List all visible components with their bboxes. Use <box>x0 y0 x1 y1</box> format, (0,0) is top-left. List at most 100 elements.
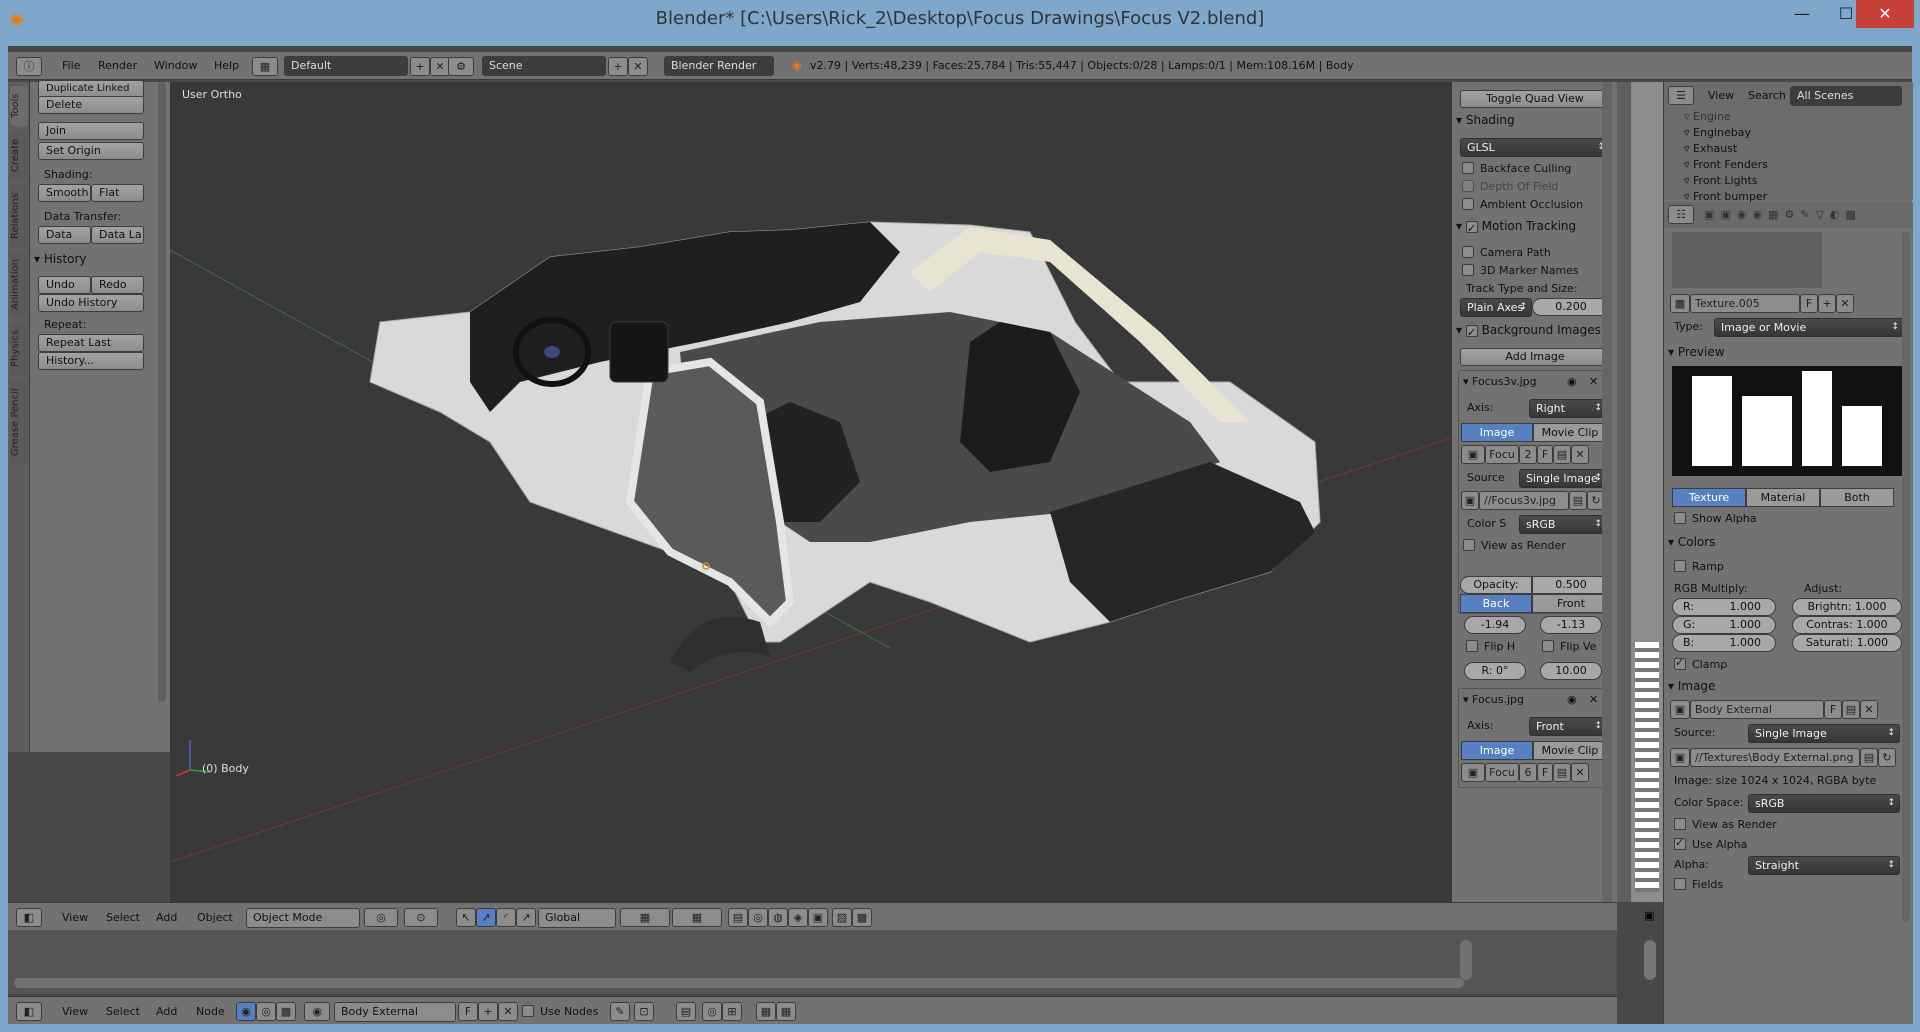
offset-y-field[interactable]: -1.13 <box>1540 616 1602 634</box>
tab-physics[interactable]: Physics <box>10 322 28 376</box>
rotate-icon[interactable]: ◜ <box>496 908 516 927</box>
texture-fake-user[interactable]: F <box>1800 294 1818 313</box>
remove-layout-icon[interactable]: ✕ <box>430 57 450 76</box>
alpha-mode-dropdown[interactable]: Straight <box>1748 856 1900 875</box>
layers-icon[interactable]: ▦ <box>620 908 670 927</box>
data-button[interactable]: Data <box>38 226 91 244</box>
outliner-view-menu[interactable]: View <box>1708 86 1734 105</box>
pivot-icon[interactable]: ⊙ <box>404 908 438 927</box>
shader-nodes-icon[interactable]: ◉ <box>236 1002 256 1021</box>
b-multiply-field[interactable]: B: 1.000 <box>1672 634 1776 652</box>
render-anim-icon[interactable]: ▩ <box>852 908 872 927</box>
material-browse-icon[interactable]: ◉ <box>304 1002 330 1021</box>
editor-type-icon[interactable]: ◧ <box>16 1002 42 1021</box>
repeat-last-button[interactable]: Repeat Last <box>38 334 144 352</box>
smooth-button[interactable]: Smooth <box>38 184 91 202</box>
area-icon[interactable]: ▣ <box>1644 909 1654 922</box>
camera-path-checkbox[interactable] <box>1462 246 1474 258</box>
data-layout-button[interactable]: Data La <box>91 226 144 244</box>
preview-tab-both[interactable]: Both <box>1820 488 1894 507</box>
image-browse-icon[interactable]: ▣ <box>1670 700 1690 719</box>
snap-element-icon[interactable]: ▣ <box>808 908 828 927</box>
lock-icon[interactable]: ▤ <box>728 908 748 927</box>
layers-icon-2[interactable]: ▦ <box>672 908 722 927</box>
node-tree-icon[interactable]: ▦ <box>756 1002 776 1021</box>
editor-type-icon[interactable]: ◧ <box>16 908 42 927</box>
backdrop-icon[interactable]: ✎ <box>610 1002 630 1021</box>
menu-render[interactable]: Render <box>98 56 137 75</box>
image-fake-user[interactable]: F <box>1824 700 1842 719</box>
outliner-search-menu[interactable]: Search <box>1748 86 1786 105</box>
unlink-image-icon[interactable]: ✕ <box>1571 445 1589 464</box>
undo-button[interactable]: Undo <box>38 276 91 294</box>
texture-name-field[interactable]: Texture.005 <box>1690 294 1800 313</box>
display-mode-dropdown[interactable]: All Scenes <box>1790 86 1902 106</box>
material-name-field[interactable]: Body External <box>334 1002 456 1022</box>
vertical-scrollbar-2[interactable] <box>1644 940 1656 980</box>
translate-icon[interactable]: ↗ <box>476 908 496 927</box>
use-alpha-checkbox[interactable] <box>1674 836 1686 850</box>
depth-of-field-checkbox[interactable] <box>1462 180 1474 192</box>
set-origin-button[interactable]: Set Origin <box>38 142 144 160</box>
size-field[interactable]: 10.00 <box>1540 662 1602 680</box>
link-icon[interactable]: ⊞ <box>722 1002 742 1021</box>
tab-tools[interactable]: Tools <box>10 86 28 126</box>
flat-button[interactable]: Flat <box>91 184 144 202</box>
ramp-checkbox[interactable] <box>1674 560 1686 572</box>
context-icons[interactable]: ▣▣◉◉▦⚙✎▽◐▩ <box>1704 208 1862 221</box>
toggle-quad-view-button[interactable]: Toggle Quad View <box>1460 90 1610 108</box>
add-image-button[interactable]: Add Image <box>1460 348 1610 366</box>
image-toggle[interactable]: Image <box>1461 741 1533 760</box>
menu-node[interactable]: Node <box>196 1002 225 1021</box>
flip-h-checkbox[interactable] <box>1466 640 1478 652</box>
preview-tab-material[interactable]: Material <box>1746 488 1820 507</box>
shading-icon[interactable]: ◎ <box>364 908 398 927</box>
paste-icon[interactable]: ◎ <box>702 1002 722 1021</box>
menu-file[interactable]: File <box>62 56 80 75</box>
new-material-icon[interactable]: + <box>478 1002 498 1021</box>
ambient-occlusion-checkbox[interactable] <box>1462 198 1474 210</box>
saturation-field[interactable]: Saturati: 1.000 <box>1792 634 1902 652</box>
open-image-icon[interactable]: ▤ <box>1842 700 1860 719</box>
motion-tracking-header[interactable]: ▾ Motion Tracking <box>1456 216 1612 239</box>
image-browse-icon[interactable]: ▣ <box>1461 763 1485 782</box>
browse-path-icon[interactable]: ▤ <box>1569 491 1587 510</box>
back-toggle[interactable]: Back <box>1460 594 1532 613</box>
track-size-field[interactable]: 0.200 <box>1532 298 1610 316</box>
history-button[interactable]: History... <box>38 352 144 370</box>
bg-images-header[interactable]: ▾ Background Images <box>1456 320 1612 343</box>
undo-history-button[interactable]: Undo History <box>38 294 144 312</box>
color-space-dropdown[interactable]: sRGB <box>1519 515 1607 534</box>
bg-image-2-header[interactable]: ▾ Focus.jpg <box>1463 693 1524 706</box>
image-datablock[interactable]: Focu <box>1485 763 1519 782</box>
remove-bg-icon[interactable]: ✕ <box>1589 693 1598 706</box>
g-multiply-field[interactable]: G: 1.000 <box>1672 616 1776 634</box>
properties-editor-icon[interactable]: ☷ <box>1668 205 1694 224</box>
redo-button[interactable]: Redo <box>91 276 144 294</box>
close-button[interactable]: ✕ <box>1856 0 1914 28</box>
movie-clip-toggle[interactable]: Movie Clip <box>1533 741 1607 760</box>
manipulator-icon[interactable]: ↖ <box>456 908 476 927</box>
image-datablock[interactable]: Focu <box>1485 445 1519 464</box>
marker-names-checkbox[interactable] <box>1462 264 1474 276</box>
proportional-icon[interactable]: ◎ <box>748 908 768 927</box>
add-scene-icon[interactable]: + <box>608 57 628 76</box>
shading-mode-dropdown[interactable]: GLSL <box>1460 138 1610 157</box>
compositing-icon[interactable]: ◎ <box>256 1002 276 1021</box>
open-image-icon[interactable]: ▤ <box>1553 445 1571 464</box>
info-editor-icon[interactable]: ⓘ <box>16 57 42 76</box>
delete-button[interactable]: Delete <box>38 96 144 114</box>
horizontal-scrollbar[interactable] <box>14 978 1464 988</box>
contrast-field[interactable]: Contras: 1.000 <box>1792 616 1902 634</box>
orientation-dropdown[interactable]: Global <box>538 908 616 928</box>
bg-images-checkbox[interactable] <box>1465 323 1478 343</box>
image-name-field[interactable]: Body External <box>1690 700 1824 719</box>
view-as-render-checkbox[interactable] <box>1463 539 1475 551</box>
scene-field[interactable]: Scene <box>482 56 606 76</box>
vertical-scrollbar[interactable] <box>1460 940 1472 980</box>
color-space-dropdown[interactable]: sRGB <box>1748 794 1900 813</box>
eye-icon[interactable]: ◉ <box>1567 693 1577 706</box>
plain-axes-dropdown[interactable]: Plain Axes <box>1460 298 1532 317</box>
backface-culling-checkbox[interactable] <box>1462 162 1474 174</box>
toolshelf-scrollbar[interactable] <box>158 82 166 702</box>
